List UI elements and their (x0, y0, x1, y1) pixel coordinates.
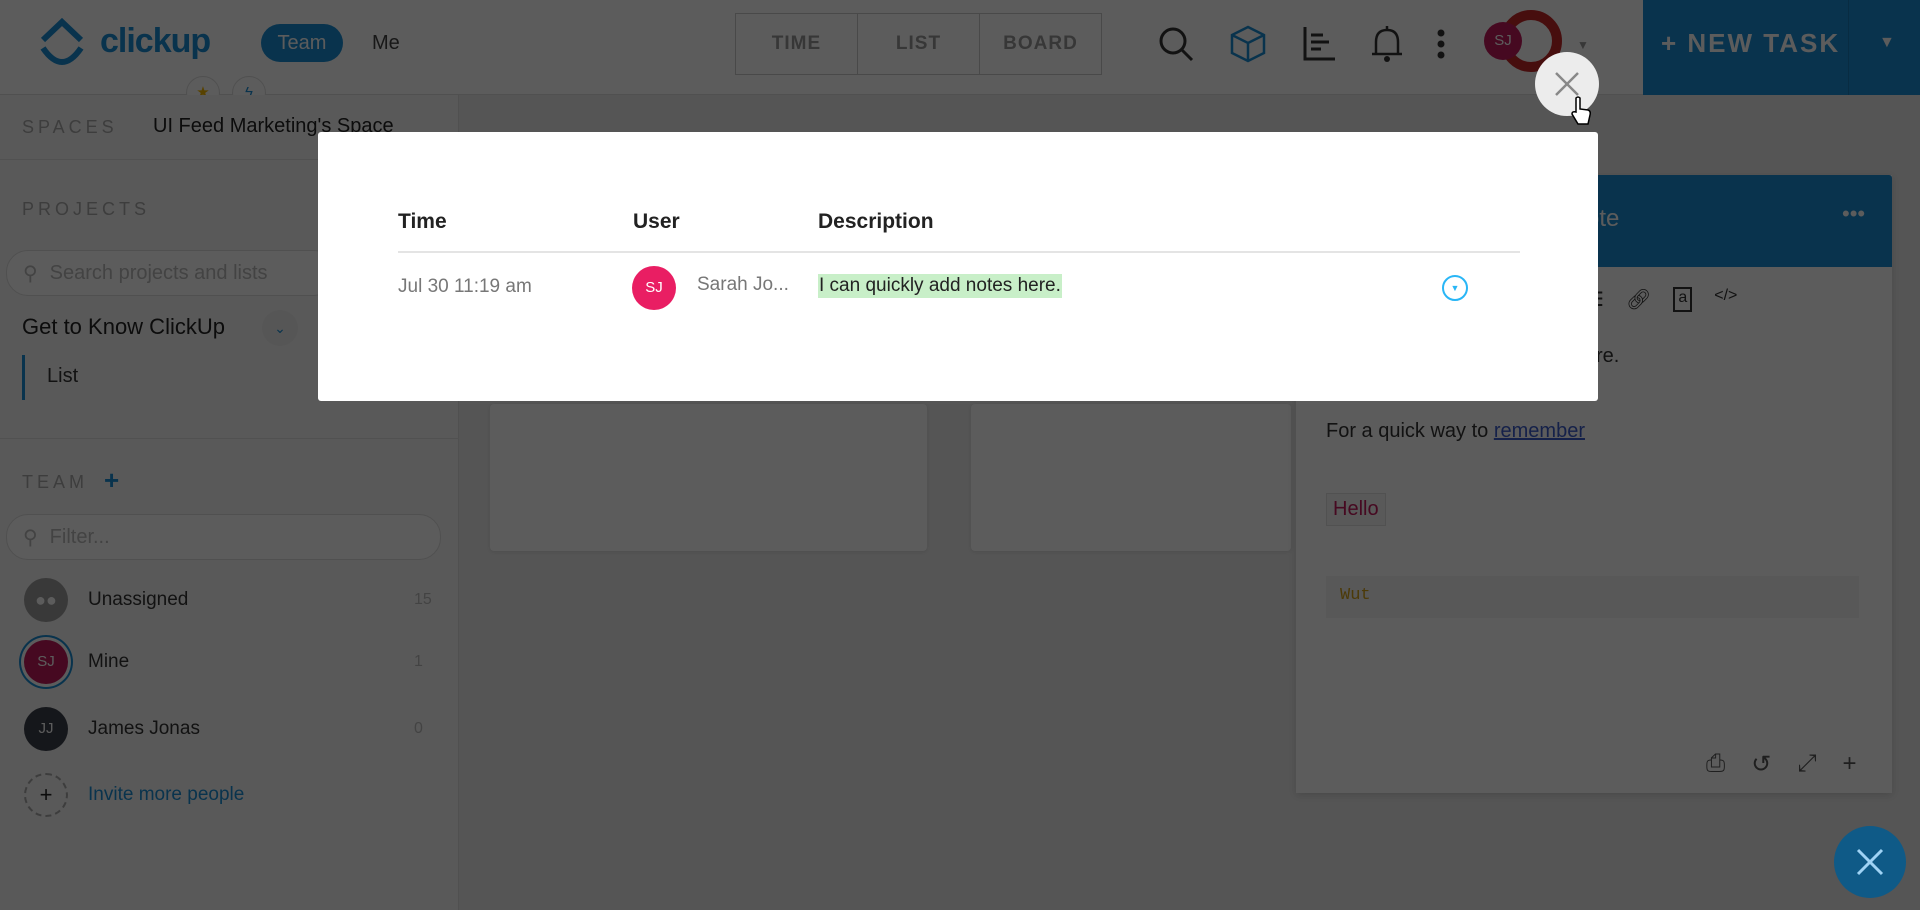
code-icon[interactable]: </> (1714, 287, 1737, 312)
hand-cursor-icon (1571, 96, 1591, 125)
editor-toolbar: ☰ 🔗︎ a </> (1586, 287, 1737, 312)
team-member-unassigned[interactable]: ●● Unassigned 15 (24, 577, 444, 623)
note-line: For a quick way to remember (1326, 420, 1585, 443)
tab-team[interactable]: Team (261, 24, 343, 62)
team-filter-input[interactable]: ⚲ Filter... (6, 514, 441, 560)
close-icon (1555, 72, 1579, 96)
board-card[interactable] (490, 404, 927, 551)
close-fab-button[interactable] (1834, 826, 1906, 898)
close-icon (1856, 848, 1884, 876)
search-icon: ⚲ (23, 526, 38, 549)
member-name: Mine (88, 651, 130, 672)
member-name: Unassigned (88, 589, 189, 610)
project-name[interactable]: Get to Know ClickUp (22, 314, 225, 340)
add-icon[interactable]: + (1843, 750, 1857, 779)
column-header-user: User (633, 210, 680, 233)
top-header: clickup Team Me TIME LIST BOARD SJ ▼ + N… (0, 0, 1920, 95)
code-block: Wut (1326, 576, 1859, 618)
spaces-label: SPACES (22, 117, 118, 137)
filter-placeholder: Filter... (49, 525, 110, 548)
projects-label: PROJECTS (22, 199, 151, 219)
mention-icon[interactable]: a (1673, 287, 1693, 312)
history-modal: Time User Description Jul 30 11:19 am SJ… (318, 132, 1598, 401)
clickup-logo-icon (40, 18, 84, 65)
inline-code: Hello (1326, 493, 1386, 526)
row-user: Sarah Jo... (697, 274, 789, 295)
row-description: I can quickly add notes here. (818, 274, 1062, 298)
search-icon[interactable] (1154, 22, 1198, 66)
column-header-time: Time (398, 210, 447, 233)
note-text: For a quick way to (1326, 420, 1494, 442)
new-task-label: + NEW TASK (1661, 28, 1841, 58)
team-label: TEAM (22, 472, 89, 492)
chart-icon[interactable] (1297, 22, 1341, 66)
divider (1848, 0, 1849, 95)
add-team-icon[interactable]: + (104, 465, 119, 496)
member-name: James Jonas (88, 718, 200, 739)
more-vertical-icon[interactable] (1419, 22, 1463, 66)
print-icon[interactable]: ⎙ (1706, 750, 1725, 779)
tab-list[interactable]: LIST (858, 14, 980, 74)
board-card[interactable] (971, 404, 1291, 551)
invite-label: Invite more people (88, 784, 245, 805)
active-indicator (22, 355, 25, 400)
row-time: Jul 30 11:19 am (398, 276, 532, 297)
column-header-description: Description (818, 210, 934, 233)
avatar: SJ (24, 640, 68, 684)
header-divider (398, 251, 1520, 253)
more-icon[interactable]: ••• (1842, 201, 1865, 227)
tab-board[interactable]: BOARD (980, 14, 1101, 74)
chevron-down-icon[interactable]: ⌄ (262, 310, 298, 346)
row-dropdown-icon[interactable]: ▼ (1442, 275, 1468, 301)
member-count: 1 (414, 653, 423, 670)
project-search-input[interactable]: ⚲ Search projects and lists (6, 250, 336, 296)
member-count: 0 (414, 720, 423, 737)
new-task-dropdown-icon[interactable]: ▼ (1879, 34, 1895, 52)
note-text: re. (1596, 345, 1620, 367)
team-member-mine[interactable]: SJ Mine 1 (24, 639, 444, 685)
view-tabs: TIME LIST BOARD (735, 13, 1102, 75)
group-icon: ●● (24, 578, 68, 622)
plus-icon: + (24, 773, 68, 817)
new-task-button[interactable]: + NEW TASK ▼ (1643, 0, 1920, 95)
avatar: JJ (24, 707, 68, 751)
history-icon[interactable]: ↺ (1751, 750, 1771, 779)
link-icon[interactable]: 🔗︎ (1626, 287, 1651, 312)
bell-icon[interactable] (1365, 22, 1409, 66)
tab-me[interactable]: Me (372, 32, 400, 55)
avatar: SJ (632, 266, 676, 310)
note-link[interactable]: remember (1494, 420, 1585, 442)
expand-icon[interactable]: ⤢ (1797, 750, 1816, 779)
list-item[interactable]: List (47, 365, 78, 388)
user-avatar[interactable]: SJ (1484, 22, 1522, 60)
team-member-james[interactable]: JJ James Jonas 0 (24, 706, 444, 752)
invite-people-button[interactable]: + Invite more people (24, 772, 444, 818)
logo-text: clickup (100, 22, 211, 60)
divider (0, 438, 459, 439)
notepad-footer: ⎙ ↺ ⤢ + (1706, 750, 1857, 779)
caret-down-icon[interactable]: ▼ (1577, 38, 1589, 52)
cube-icon[interactable] (1226, 22, 1270, 66)
search-icon: ⚲ (23, 262, 38, 285)
tab-time[interactable]: TIME (736, 14, 858, 74)
search-placeholder: Search projects and lists (49, 261, 268, 284)
member-count: 15 (414, 591, 432, 608)
